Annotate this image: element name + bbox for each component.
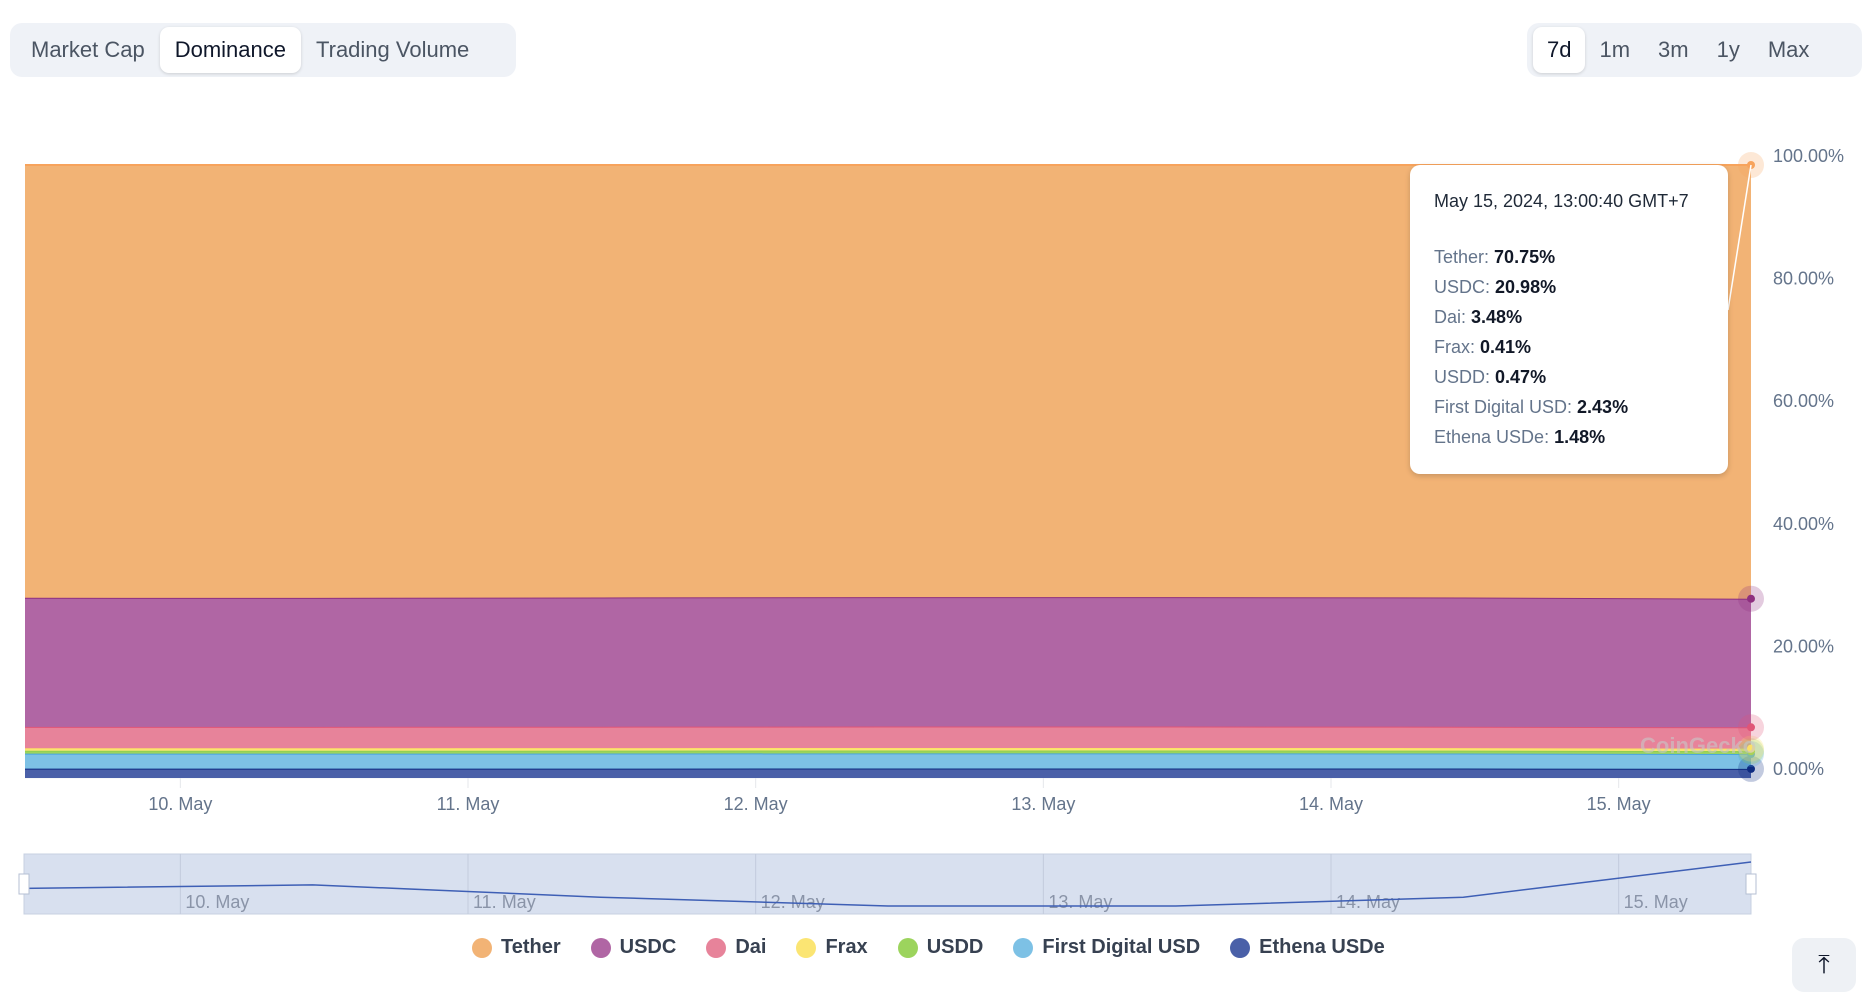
navigator-tick-label: 15. May <box>1624 892 1688 912</box>
tooltip-series-name: Frax <box>1434 337 1470 357</box>
arrow-up-to-line-icon: ⤒ <box>1818 949 1830 979</box>
legend-label: Tether <box>501 936 561 958</box>
tooltip-date: May 15, 2024, 13:00:40 GMT+7 <box>1434 191 1689 211</box>
dominance-chart[interactable]: CoinGecko 0.00% 20.00% 40.00% 60.00% 80.00% 1… <box>0 0 1876 1001</box>
tooltip-series-value: 1.48% <box>1554 427 1606 447</box>
legend-item[interactable]: Frax <box>796 936 868 959</box>
y-tick-label: 40.00% <box>1773 514 1834 534</box>
navigator-handle-left[interactable] <box>18 873 30 895</box>
navigator-handle-right[interactable] <box>1745 873 1757 895</box>
tooltip-series-value: 3.48% <box>1471 307 1523 327</box>
legend-dot-icon <box>472 937 492 958</box>
tooltip-row: First Digital USD: 2.43% <box>1434 397 1629 417</box>
legend-dot-icon <box>897 937 918 958</box>
legend-dot-icon <box>796 937 817 958</box>
x-tick-label: 13. May <box>1011 794 1075 814</box>
tooltip-row: USDC: 20.98% <box>1434 277 1557 297</box>
tooltip-series-value: 70.75% <box>1494 247 1556 267</box>
x-tick-label: 12. May <box>724 794 788 814</box>
tooltip-series-value: 0.41% <box>1480 337 1532 357</box>
tooltip-series-value: 2.43% <box>1577 397 1629 417</box>
back-to-top-button[interactable]: ⤒ <box>1792 938 1856 992</box>
area-ethena-usde <box>25 768 1751 778</box>
tooltip-series-name: USDD <box>1434 367 1486 387</box>
tooltip-series-value: 0.47% <box>1495 367 1547 387</box>
legend-item[interactable]: USDD <box>897 936 984 959</box>
tooltip-row: USDD: 0.47% <box>1434 367 1547 387</box>
x-tick-label: 10. May <box>148 794 212 814</box>
legend-dot-icon <box>1230 937 1251 958</box>
y-tick-label: 100.00% <box>1773 146 1844 166</box>
legend-item[interactable]: Ethena USDe <box>1230 936 1385 959</box>
tooltip-series-name: First Digital USD <box>1434 397 1568 417</box>
tooltip-row: Frax: 0.41% <box>1434 337 1532 357</box>
tooltip-row: Ethena USDe: 1.48% <box>1434 427 1606 447</box>
tooltip-series-name: USDC <box>1434 277 1486 297</box>
area-usdc <box>25 597 1751 728</box>
tooltip-series-name: Dai <box>1434 307 1462 327</box>
tooltip-series-name: Tether <box>1434 247 1485 267</box>
legend-label: USDC <box>619 936 677 958</box>
legend-item[interactable]: USDC <box>590 936 677 959</box>
navigator-tick-label: 13. May <box>1048 892 1112 912</box>
legend-label: Ethena USDe <box>1259 936 1385 958</box>
x-tick-label: 11. May <box>437 794 500 814</box>
navigator-tick-label: 10. May <box>185 892 249 912</box>
navigator-tick-label: 14. May <box>1336 892 1400 912</box>
legend-item[interactable]: First Digital USD <box>1013 936 1200 959</box>
coingecko-watermark: CoinGecko <box>1640 733 1756 758</box>
y-tick-label: 60.00% <box>1773 391 1834 411</box>
navigator-selection <box>23 853 1752 915</box>
legend-dot-icon <box>590 937 611 958</box>
tooltip-row: Tether: 70.75% <box>1434 247 1556 267</box>
legend-item[interactable]: Dai <box>706 936 766 959</box>
legend-dot-icon <box>706 937 727 958</box>
legend-label: USDD <box>926 936 984 958</box>
legend-item[interactable]: Tether <box>472 936 561 959</box>
chart-tooltip: May 15, 2024, 13:00:40 GMT+7 Tether: 70.… <box>1410 165 1728 474</box>
legend-dot-icon <box>1013 937 1034 958</box>
legend-label: Dai <box>735 936 767 958</box>
data-point-marker <box>1747 594 1755 603</box>
y-tick-label: 0.00% <box>1773 759 1824 779</box>
tooltip-series-value: 20.98% <box>1495 277 1557 297</box>
legend-label: First Digital USD <box>1042 936 1201 958</box>
area-first-digital-usd <box>25 753 1751 769</box>
tooltip-series-name: Ethena USDe <box>1434 427 1545 447</box>
tooltip-row: Dai: 3.48% <box>1434 307 1523 327</box>
y-tick-label: 20.00% <box>1773 636 1834 656</box>
x-tick-label: 14. May <box>1299 794 1363 814</box>
data-point-marker <box>1747 723 1755 732</box>
x-tick-label: 15. May <box>1587 794 1651 814</box>
chart-legend: Tether USDC Dai Frax USDD First Digital USD Et… <box>472 936 1385 959</box>
navigator-tick-label: 11. May <box>473 892 536 912</box>
y-tick-label: 80.00% <box>1773 269 1834 289</box>
area-dai <box>25 726 1751 749</box>
legend-label: Frax <box>825 936 868 958</box>
